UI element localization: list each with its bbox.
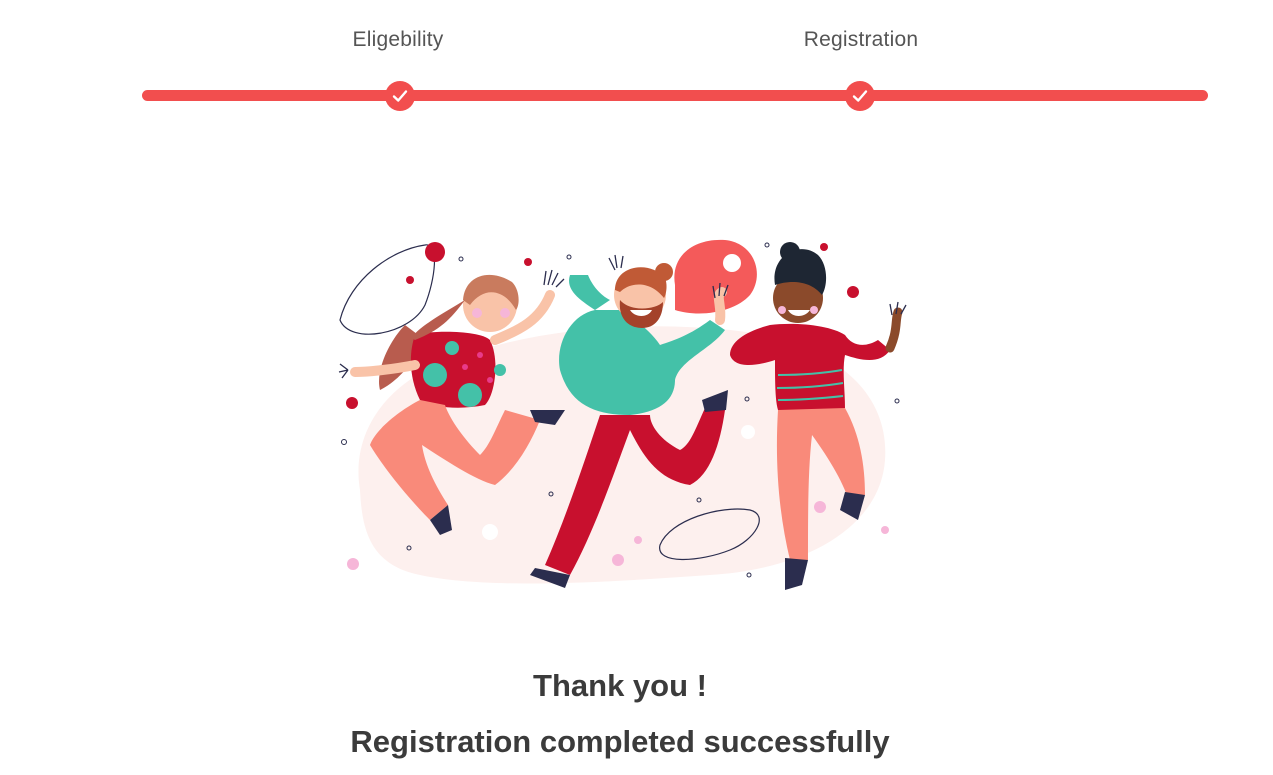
checkmark-icon: [392, 90, 408, 102]
registration-success-message: Registration completed successfully: [350, 724, 890, 759]
step-label-registration: Registration: [803, 28, 919, 51]
step-label-eligibility: Eligebility: [352, 28, 444, 51]
celebrating-people-illustration: [338, 239, 907, 590]
step-marker-registration: [845, 81, 875, 111]
checkmark-icon: [852, 90, 868, 102]
step-marker-eligibility: [385, 81, 415, 111]
registration-success-page: Eligebility Registration Thank you ! Reg…: [0, 0, 1273, 775]
thank-you-title: Thank you !: [533, 668, 707, 703]
progress-bar: [142, 90, 1208, 101]
